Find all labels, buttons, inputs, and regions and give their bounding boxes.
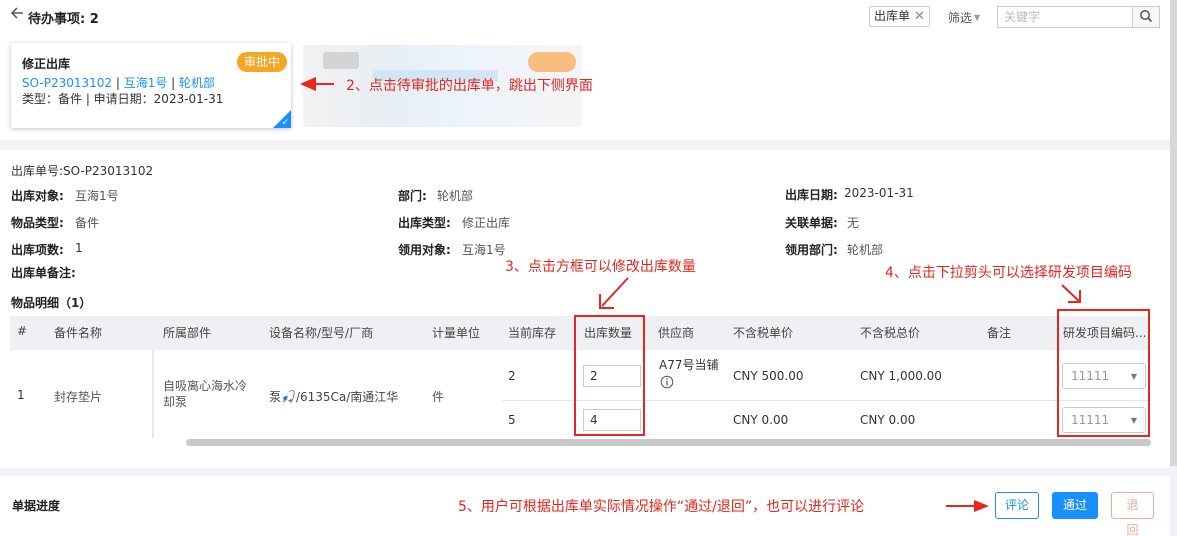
annotation-5: 5、用户可根据出库单实际情况操作“通过/退回”，也可以进行评论 [458, 499, 865, 515]
total-price: CNY 0.00 [860, 413, 916, 427]
highlight-box [1057, 309, 1150, 437]
reject-button[interactable]: 退回 [1111, 492, 1154, 536]
todo-title: 待办事项: 2 [28, 12, 99, 27]
highlight-box [574, 315, 645, 436]
field-label: 出库日期: [785, 188, 838, 202]
blurred-title [323, 52, 359, 69]
field-label: 出库对象: [11, 189, 64, 203]
field-value: 轮机部 [847, 243, 884, 257]
caret-down-icon: ▼ [974, 13, 981, 22]
annotation-4: 4、点击下拉剪头可以选择研发项目编码 [885, 265, 1132, 281]
field-value: 修正出库 [462, 216, 511, 230]
current-stock: 5 [508, 413, 516, 427]
total-price: CNY 1,000.00 [860, 369, 942, 383]
arrow-left-icon[interactable] [10, 6, 24, 24]
field-value: 1 [75, 241, 83, 255]
field-value: 互海1号 [75, 189, 119, 203]
column-header: 当前库存 [508, 326, 557, 340]
column-header: 备件名称 [54, 326, 103, 340]
field-label: 领用部门: [785, 243, 838, 257]
search-button[interactable] [1132, 6, 1160, 28]
items-title: 物品明细（1） [11, 296, 92, 310]
progress-title: 单据进度 [12, 499, 61, 513]
field-label: 领用对象: [398, 243, 451, 257]
annotation-3: 3、点击方框可以修改出库数量 [505, 259, 696, 275]
column-header: 不含税总价 [860, 326, 921, 340]
filter-dropdown[interactable]: 筛选 ▼ [948, 9, 980, 26]
supplier: A77号当铺 [659, 358, 719, 372]
vertical-scrollbar[interactable] [1170, 0, 1177, 466]
card-order-no[interactable]: SO-P23013102 [22, 76, 112, 90]
card-links: SO-P23013102 | 互海1号 | 轮机部 [22, 76, 216, 90]
todo-card-selected[interactable]: 修正出库 审批中 SO-P23013102 | 互海1号 | 轮机部 类型：备件… [11, 43, 291, 128]
row-index: 1 [17, 388, 25, 402]
field-value: 2023-01-31 [844, 186, 914, 200]
filter-label: 筛选 [948, 11, 973, 25]
field-value: 备件 [75, 216, 100, 230]
card-department[interactable]: 轮机部 [179, 76, 215, 90]
field-label: 关联单据: [785, 216, 838, 230]
info-icon[interactable] [660, 375, 674, 392]
field-label: 物品类型: [11, 216, 64, 230]
column-header: 备注 [987, 326, 1012, 340]
check-icon: ✓ [281, 118, 289, 128]
filter-tag[interactable]: 出库单 ✕ [869, 6, 930, 27]
card-meta: 类型：备件 | 申请日期：2023-01-31 [22, 92, 224, 106]
component-line1: 自吸离心海水冷 [163, 379, 248, 393]
comment-button[interactable]: 评论 [995, 492, 1039, 519]
blurred-badge [528, 52, 576, 72]
filter-tag-label: 出库单 [874, 9, 911, 23]
card-object[interactable]: 互海1号 [124, 76, 168, 90]
current-stock: 2 [508, 369, 516, 383]
unit-price: CNY 0.00 [733, 413, 789, 427]
field-label: 出库项数: [11, 243, 64, 257]
column-header: 计量单位 [432, 326, 481, 340]
field-label: 部门: [398, 189, 427, 203]
field-value: 轮机部 [437, 189, 474, 203]
horizontal-scrollbar[interactable] [186, 439, 1151, 446]
column-header: 供应商 [658, 326, 695, 340]
field-label: 出库类型: [398, 216, 451, 230]
item-name: 封存垫片 [54, 390, 103, 404]
annotation-arrow-icon [946, 500, 989, 512]
field-value: 无 [847, 216, 860, 230]
annotation-arrow-icon [1061, 284, 1081, 303]
search-icon [1139, 9, 1153, 26]
component-line2: 却泵 [163, 395, 188, 409]
column-header: # [17, 324, 28, 338]
field-label: 出库单备注: [11, 266, 76, 280]
field-value: 互海1号 [462, 243, 506, 257]
close-icon[interactable]: ✕ [914, 7, 925, 26]
column-header: 设备名称/型号/厂商 [269, 326, 374, 340]
equipment: 泵🎣/6135Ca/南通江华 [269, 390, 399, 404]
search-input[interactable] [997, 6, 1132, 28]
column-header: 不含税单价 [733, 326, 794, 340]
annotation-arrow-icon [599, 277, 629, 309]
fixed-column-shadow [152, 350, 155, 438]
approve-button[interactable]: 通过 [1052, 492, 1098, 519]
status-badge: 审批中 [237, 52, 288, 72]
unit: 件 [432, 390, 445, 404]
card-title: 修正出库 [22, 57, 71, 71]
annotation-arrow-line [314, 83, 334, 85]
column-header: 所属部件 [163, 326, 212, 340]
order-number: 出库单号:SO-P23013102 [11, 164, 154, 178]
annotation-2: 2、点击待审批的出库单，跳出下侧界面 [346, 78, 593, 94]
unit-price: CNY 500.00 [733, 369, 804, 383]
